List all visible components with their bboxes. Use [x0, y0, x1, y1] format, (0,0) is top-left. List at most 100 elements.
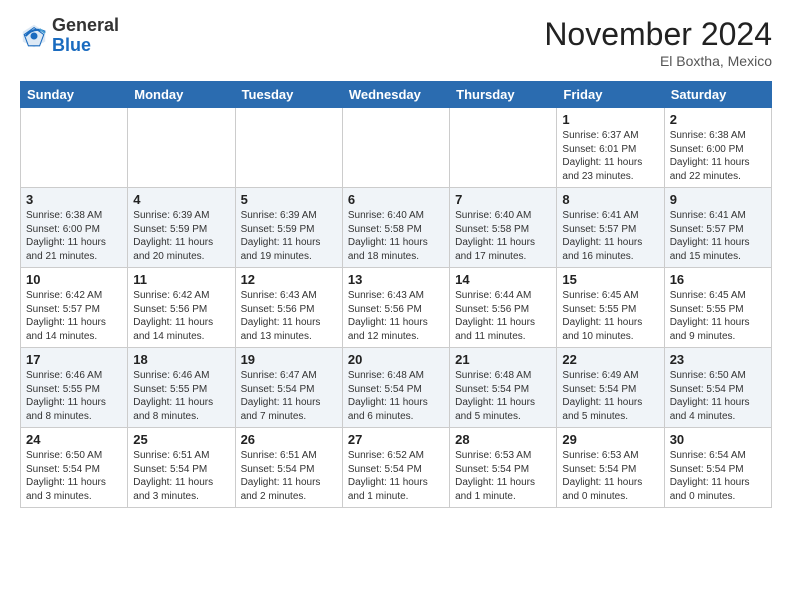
cell-info: Sunrise: 6:37 AM Sunset: 6:01 PM Dayligh… — [562, 129, 658, 183]
cell-info: Sunrise: 6:49 AM Sunset: 5:54 PM Dayligh… — [562, 369, 658, 423]
day-number: 27 — [348, 432, 444, 447]
cell-info: Sunrise: 6:40 AM Sunset: 5:58 PM Dayligh… — [455, 209, 551, 263]
weekday-header: Friday — [557, 82, 664, 108]
calendar-cell: 25 Sunrise: 6:51 AM Sunset: 5:54 PM Dayli… — [128, 428, 235, 508]
calendar-cell: 11 Sunrise: 6:42 AM Sunset: 5:56 PM Dayli… — [128, 268, 235, 348]
calendar-cell — [342, 108, 449, 188]
cell-info: Sunrise: 6:38 AM Sunset: 6:00 PM Dayligh… — [670, 129, 766, 183]
day-number: 7 — [455, 192, 551, 207]
calendar-cell: 5 Sunrise: 6:39 AM Sunset: 5:59 PM Daylig… — [235, 188, 342, 268]
cell-info: Sunrise: 6:53 AM Sunset: 5:54 PM Dayligh… — [455, 449, 551, 503]
cell-info: Sunrise: 6:54 AM Sunset: 5:54 PM Dayligh… — [670, 449, 766, 503]
cell-info: Sunrise: 6:39 AM Sunset: 5:59 PM Dayligh… — [133, 209, 229, 263]
weekday-header: Sunday — [21, 82, 128, 108]
cell-info: Sunrise: 6:51 AM Sunset: 5:54 PM Dayligh… — [133, 449, 229, 503]
calendar-cell: 26Sunrise: 6:51 AM Sunset: 5:54 PM Dayli… — [235, 428, 342, 508]
day-number: 11 — [133, 272, 229, 287]
calendar: SundayMondayTuesdayWednesdayThursdayFrid… — [20, 81, 772, 508]
calendar-week-row: 1 Sunrise: 6:37 AM Sunset: 6:01 PM Daylig… — [21, 108, 772, 188]
calendar-cell: 6 Sunrise: 6:40 AM Sunset: 5:58 PM Daylig… — [342, 188, 449, 268]
day-number: 17 — [26, 352, 122, 367]
calendar-cell: 3 Sunrise: 6:38 AM Sunset: 6:00 PM Daylig… — [21, 188, 128, 268]
calendar-cell: 7 Sunrise: 6:40 AM Sunset: 5:58 PM Daylig… — [450, 188, 557, 268]
cell-info: Sunrise: 6:45 AM Sunset: 5:55 PM Dayligh… — [562, 289, 658, 343]
calendar-cell — [21, 108, 128, 188]
cell-info: Sunrise: 6:51 AM Sunset: 5:54 PM Dayligh… — [241, 449, 337, 503]
calendar-cell: 15Sunrise: 6:45 AM Sunset: 5:55 PM Dayli… — [557, 268, 664, 348]
day-number: 20 — [348, 352, 444, 367]
calendar-cell: 30 Sunrise: 6:54 AM Sunset: 5:54 PM Dayli… — [664, 428, 771, 508]
calendar-cell: 4 Sunrise: 6:39 AM Sunset: 5:59 PM Daylig… — [128, 188, 235, 268]
cell-info: Sunrise: 6:42 AM Sunset: 5:56 PM Dayligh… — [133, 289, 229, 343]
logo: General Blue — [20, 16, 119, 56]
location: El Boxtha, Mexico — [544, 53, 772, 69]
calendar-cell — [235, 108, 342, 188]
calendar-cell: 24 Sunrise: 6:50 AM Sunset: 5:54 PM Dayli… — [21, 428, 128, 508]
calendar-cell: 19Sunrise: 6:47 AM Sunset: 5:54 PM Dayli… — [235, 348, 342, 428]
calendar-cell: 9Sunrise: 6:41 AM Sunset: 5:57 PM Daylig… — [664, 188, 771, 268]
calendar-cell: 20 Sunrise: 6:48 AM Sunset: 5:54 PM Dayli… — [342, 348, 449, 428]
day-number: 22 — [562, 352, 658, 367]
calendar-cell: 23 Sunrise: 6:50 AM Sunset: 5:54 PM Dayli… — [664, 348, 771, 428]
month-title: November 2024 — [544, 16, 772, 53]
cell-info: Sunrise: 6:39 AM Sunset: 5:59 PM Dayligh… — [241, 209, 337, 263]
cell-info: Sunrise: 6:38 AM Sunset: 6:00 PM Dayligh… — [26, 209, 122, 263]
calendar-week-row: 3 Sunrise: 6:38 AM Sunset: 6:00 PM Daylig… — [21, 188, 772, 268]
weekday-header: Thursday — [450, 82, 557, 108]
day-number: 30 — [670, 432, 766, 447]
cell-info: Sunrise: 6:43 AM Sunset: 5:56 PM Dayligh… — [241, 289, 337, 343]
day-number: 23 — [670, 352, 766, 367]
cell-info: Sunrise: 6:45 AM Sunset: 5:55 PM Dayligh… — [670, 289, 766, 343]
weekday-header-row: SundayMondayTuesdayWednesdayThursdayFrid… — [21, 82, 772, 108]
weekday-header: Monday — [128, 82, 235, 108]
calendar-week-row: 24 Sunrise: 6:50 AM Sunset: 5:54 PM Dayli… — [21, 428, 772, 508]
calendar-cell: 14 Sunrise: 6:44 AM Sunset: 5:56 PM Dayli… — [450, 268, 557, 348]
logo-general: General — [52, 16, 119, 36]
day-number: 4 — [133, 192, 229, 207]
day-number: 6 — [348, 192, 444, 207]
calendar-cell: 8 Sunrise: 6:41 AM Sunset: 5:57 PM Daylig… — [557, 188, 664, 268]
cell-info: Sunrise: 6:48 AM Sunset: 5:54 PM Dayligh… — [348, 369, 444, 423]
day-number: 8 — [562, 192, 658, 207]
day-number: 3 — [26, 192, 122, 207]
day-number: 16 — [670, 272, 766, 287]
calendar-cell: 17Sunrise: 6:46 AM Sunset: 5:55 PM Dayli… — [21, 348, 128, 428]
calendar-cell: 27 Sunrise: 6:52 AM Sunset: 5:54 PM Dayli… — [342, 428, 449, 508]
calendar-cell: 12 Sunrise: 6:43 AM Sunset: 5:56 PM Dayli… — [235, 268, 342, 348]
day-number: 9 — [670, 192, 766, 207]
day-number: 1 — [562, 112, 658, 127]
logo-blue: Blue — [52, 36, 119, 56]
day-number: 28 — [455, 432, 551, 447]
cell-info: Sunrise: 6:41 AM Sunset: 5:57 PM Dayligh… — [562, 209, 658, 263]
header: General Blue November 2024 El Boxtha, Me… — [20, 16, 772, 69]
cell-info: Sunrise: 6:44 AM Sunset: 5:56 PM Dayligh… — [455, 289, 551, 343]
calendar-cell: 1 Sunrise: 6:37 AM Sunset: 6:01 PM Daylig… — [557, 108, 664, 188]
cell-info: Sunrise: 6:46 AM Sunset: 5:55 PM Dayligh… — [133, 369, 229, 423]
calendar-cell: 22 Sunrise: 6:49 AM Sunset: 5:54 PM Dayli… — [557, 348, 664, 428]
logo-icon — [20, 22, 48, 50]
cell-info: Sunrise: 6:48 AM Sunset: 5:54 PM Dayligh… — [455, 369, 551, 423]
day-number: 13 — [348, 272, 444, 287]
cell-info: Sunrise: 6:50 AM Sunset: 5:54 PM Dayligh… — [670, 369, 766, 423]
page: General Blue November 2024 El Boxtha, Me… — [0, 0, 792, 518]
calendar-week-row: 10Sunrise: 6:42 AM Sunset: 5:57 PM Dayli… — [21, 268, 772, 348]
day-number: 25 — [133, 432, 229, 447]
cell-info: Sunrise: 6:40 AM Sunset: 5:58 PM Dayligh… — [348, 209, 444, 263]
cell-info: Sunrise: 6:52 AM Sunset: 5:54 PM Dayligh… — [348, 449, 444, 503]
calendar-cell — [450, 108, 557, 188]
day-number: 5 — [241, 192, 337, 207]
day-number: 24 — [26, 432, 122, 447]
calendar-week-row: 17 Sunrise: 6:46 AM Sunset: 5:55 PM Dayli… — [21, 348, 772, 428]
calendar-cell: 29Sunrise: 6:53 AM Sunset: 5:54 PM Dayli… — [557, 428, 664, 508]
day-number: 18 — [133, 352, 229, 367]
day-number: 12 — [241, 272, 337, 287]
logo-text: General Blue — [52, 16, 119, 56]
cell-info: Sunrise: 6:50 AM Sunset: 5:54 PM Dayligh… — [26, 449, 122, 503]
day-number: 14 — [455, 272, 551, 287]
cell-info: Sunrise: 6:47 AM Sunset: 5:54 PM Dayligh… — [241, 369, 337, 423]
title-area: November 2024 El Boxtha, Mexico — [544, 16, 772, 69]
calendar-cell: 16 Sunrise: 6:45 AM Sunset: 5:55 PM Dayli… — [664, 268, 771, 348]
cell-info: Sunrise: 6:42 AM Sunset: 5:57 PM Dayligh… — [26, 289, 122, 343]
calendar-cell: 28 Sunrise: 6:53 AM Sunset: 5:54 PM Dayli… — [450, 428, 557, 508]
calendar-cell: 18 Sunrise: 6:46 AM Sunset: 5:55 PM Dayli… — [128, 348, 235, 428]
